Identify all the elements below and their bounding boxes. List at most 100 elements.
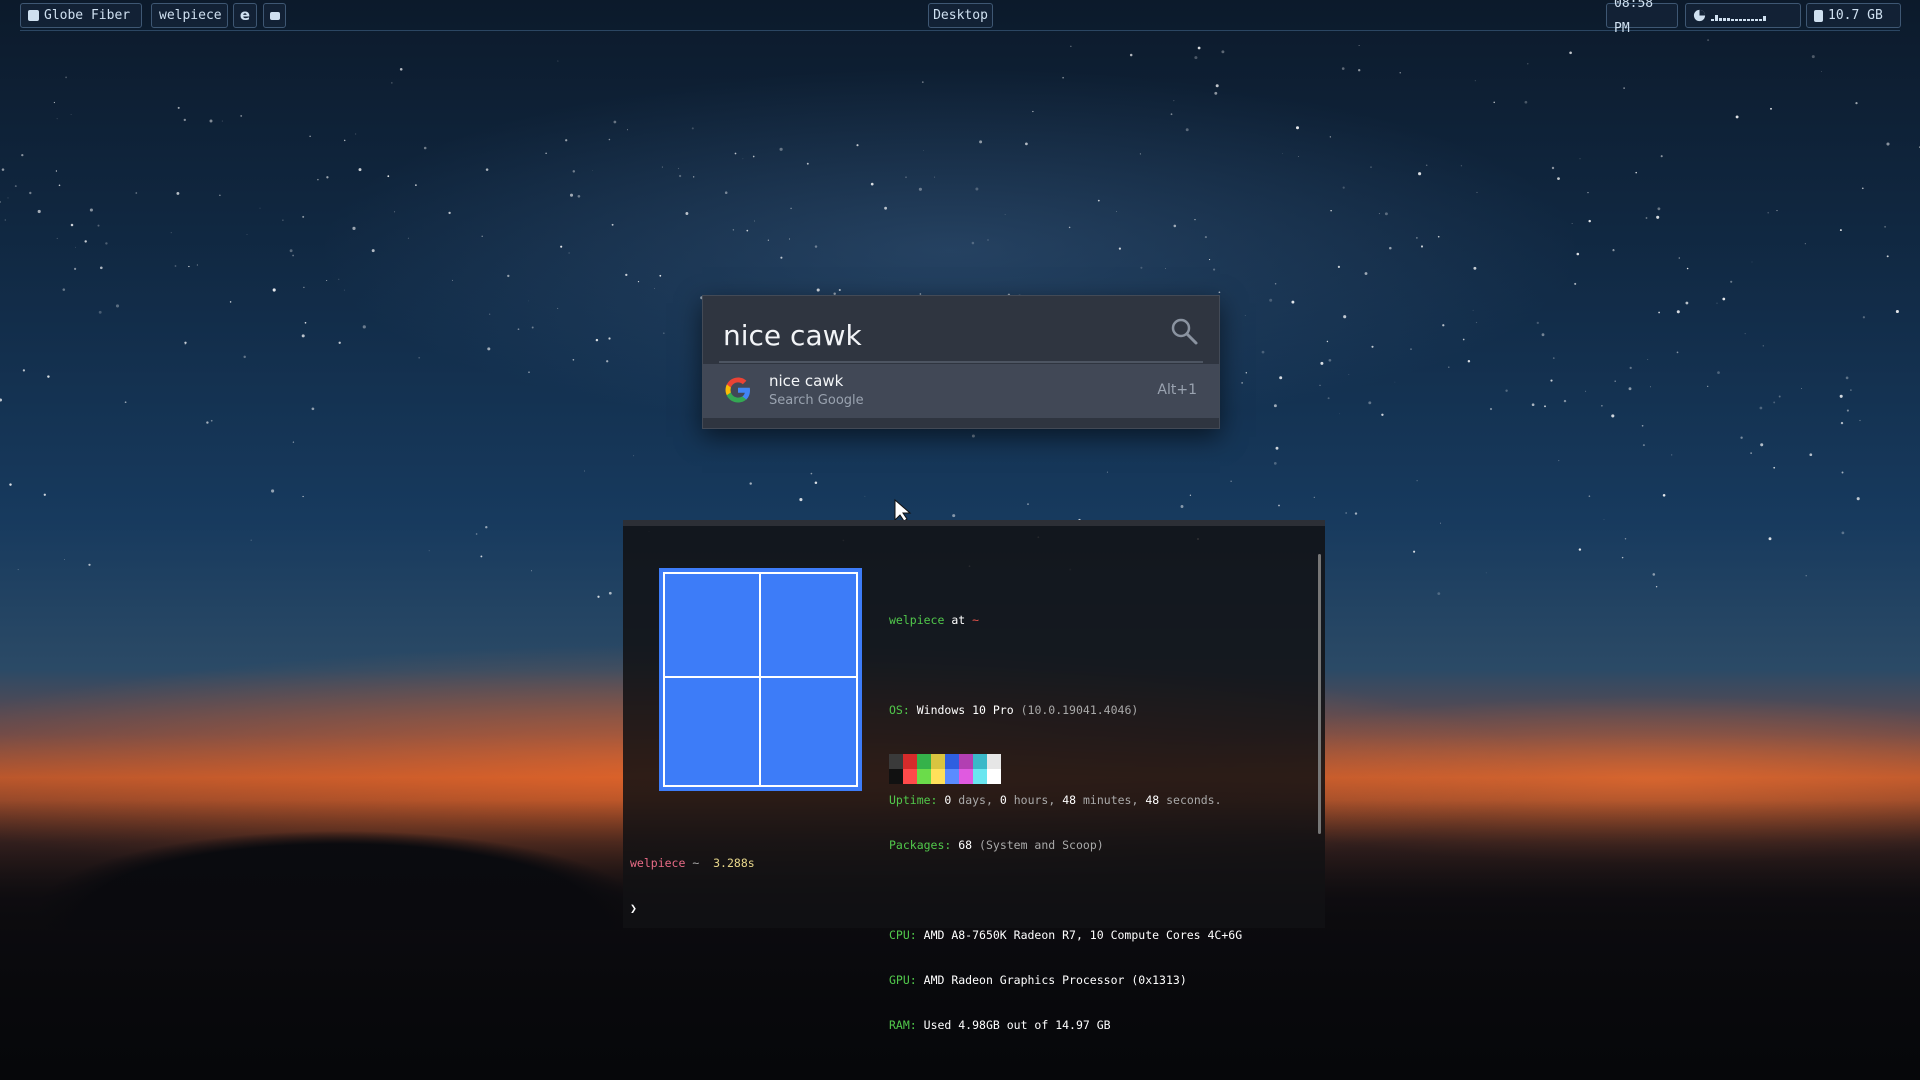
star <box>1839 229 1842 232</box>
prompt-duration: 3.288s <box>713 856 755 870</box>
star <box>210 419 213 422</box>
shell-prompt[interactable]: welpiece ~ 3.288s ❯ <box>630 826 755 946</box>
star <box>362 325 366 329</box>
cpu-label: CPU: <box>889 928 917 942</box>
star <box>1416 480 1418 482</box>
star <box>487 347 491 351</box>
star <box>597 595 600 598</box>
cpu-usage-graph <box>1711 11 1766 21</box>
star <box>1588 219 1591 223</box>
uptime-seconds: 48 <box>1145 793 1160 807</box>
network-widget[interactable]: Globe Fiber <box>20 3 142 28</box>
star <box>1717 371 1720 374</box>
mouse-cursor-icon <box>894 498 912 522</box>
star <box>240 114 243 117</box>
star <box>1467 360 1471 363</box>
star <box>115 304 120 308</box>
star <box>613 120 617 124</box>
os-value: Windows 10 Pro <box>916 703 1014 717</box>
star <box>987 239 989 241</box>
star <box>923 150 924 151</box>
clock-widget[interactable]: 08:58 PM <box>1606 0 1678 36</box>
info-user: welpiece <box>889 613 945 627</box>
workspace-label[interactable]: Desktop <box>928 3 993 28</box>
cpu-graph-bar <box>1751 18 1754 21</box>
prompt-dir: ~ <box>692 856 700 870</box>
star <box>423 146 427 150</box>
star <box>1319 384 1321 386</box>
star <box>326 280 328 281</box>
star <box>531 326 534 329</box>
star <box>1218 291 1221 294</box>
star <box>1245 372 1247 374</box>
star <box>56 237 58 239</box>
status-bar: Globe Fiber welpiece e Desktop 08:58 PM … <box>20 0 1901 36</box>
star <box>856 144 859 147</box>
star <box>1558 460 1560 462</box>
palette-swatch <box>903 769 917 784</box>
search-icon[interactable] <box>1169 316 1199 346</box>
star <box>1841 471 1844 474</box>
prompt-symbol: ❯ <box>630 901 637 915</box>
launcher-search-input[interactable] <box>721 314 1145 356</box>
star <box>1531 403 1535 407</box>
star <box>355 133 357 135</box>
clock-time: 08:58 PM <box>1614 0 1654 36</box>
star <box>952 514 956 518</box>
star <box>1295 126 1300 130</box>
star <box>124 401 127 404</box>
terminal-window[interactable]: welpiece at ~ OS: Windows 10 Pro (10.0.1… <box>623 520 1325 1032</box>
star <box>1886 255 1889 258</box>
launcher-result-item[interactable]: nice cawk Search Google Alt+1 <box>703 364 1219 418</box>
star <box>1213 268 1216 271</box>
star <box>606 360 609 363</box>
star <box>557 60 559 62</box>
star <box>1116 211 1118 213</box>
edge-button[interactable]: e <box>233 3 257 28</box>
star <box>56 118 58 120</box>
star <box>734 152 737 155</box>
star <box>1462 338 1465 341</box>
star <box>608 138 611 141</box>
terminal-scrollbar[interactable] <box>1318 554 1321 834</box>
star <box>250 539 252 541</box>
star <box>485 168 489 171</box>
star <box>724 191 728 194</box>
terminal-app-button[interactable] <box>263 3 286 28</box>
star <box>1855 102 1858 105</box>
star <box>1097 199 1100 202</box>
star <box>1569 51 1572 55</box>
user-widget[interactable]: welpiece <box>151 3 228 28</box>
star <box>788 238 790 240</box>
star <box>184 343 187 346</box>
star <box>1173 100 1175 102</box>
star <box>98 310 102 314</box>
star <box>1173 224 1177 228</box>
star <box>1805 575 1807 577</box>
memory-widget[interactable]: 10.7 GB <box>1806 3 1901 28</box>
star <box>971 434 975 438</box>
cpu-graph-bar <box>1743 18 1746 21</box>
windows-logo-icon <box>659 568 862 791</box>
star <box>1381 413 1384 416</box>
star <box>75 246 76 248</box>
cpu-graph-bar <box>1763 15 1766 21</box>
star <box>625 273 628 277</box>
star <box>749 482 752 485</box>
star <box>1368 401 1372 405</box>
star <box>387 175 390 178</box>
star <box>545 152 547 154</box>
star <box>282 219 284 221</box>
star <box>1437 235 1440 238</box>
color-palette <box>889 754 1001 784</box>
star <box>1571 223 1573 224</box>
star <box>662 332 665 335</box>
star <box>934 176 936 178</box>
star <box>1841 531 1845 535</box>
star <box>1364 272 1368 275</box>
result-subtitle: Search Google <box>769 393 864 408</box>
star <box>1685 301 1689 305</box>
star <box>1574 282 1577 285</box>
star <box>1707 385 1709 387</box>
cpu-widget[interactable] <box>1685 3 1801 28</box>
